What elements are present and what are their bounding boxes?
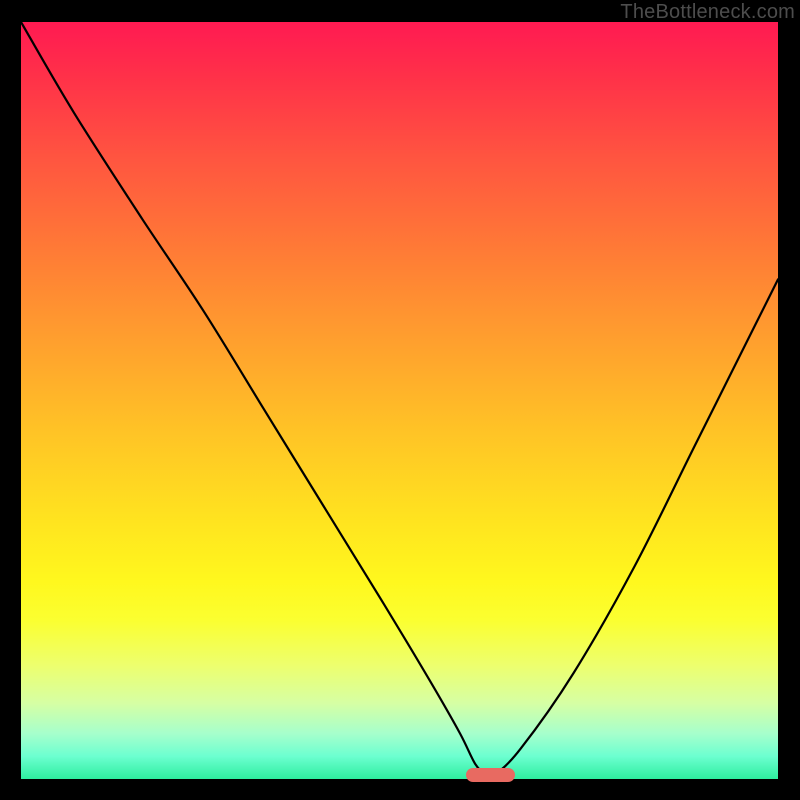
minimum-marker xyxy=(466,768,515,782)
bottleneck-curve xyxy=(21,22,778,779)
watermark-text: TheBottleneck.com xyxy=(620,1,795,24)
plot-frame xyxy=(21,22,778,779)
